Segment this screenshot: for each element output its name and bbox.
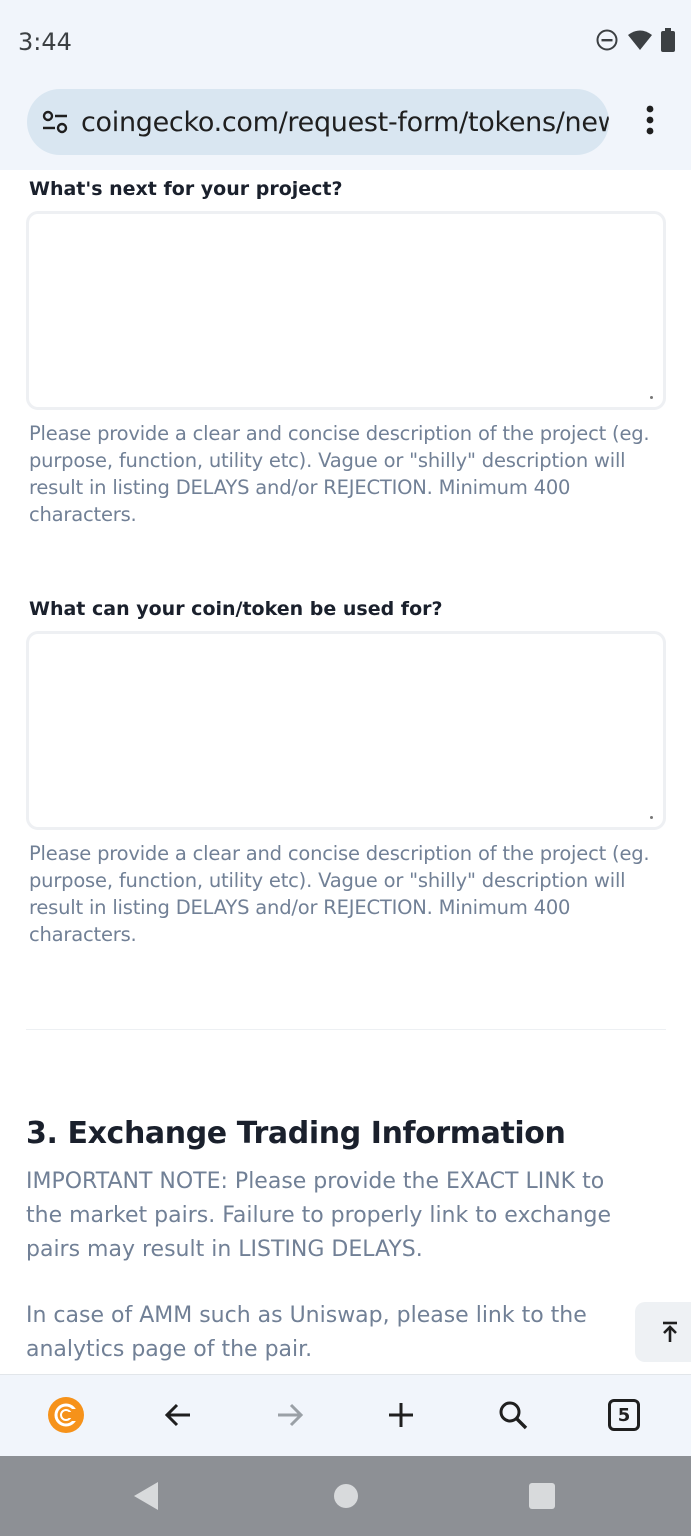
forward-button[interactable] — [270, 1395, 310, 1435]
status-bar: 3:44 — [0, 0, 691, 84]
whats-next-textarea[interactable] — [26, 211, 666, 410]
arrow-up-icon — [663, 1321, 677, 1342]
search-button[interactable] — [493, 1395, 533, 1435]
forward-arrow-icon — [278, 1403, 304, 1427]
field-help-text: Please provide a clear and concise descr… — [29, 842, 650, 946]
amm-note: In case of AMM such as Uniswap, please l… — [26, 1303, 587, 1362]
dnd-icon — [596, 29, 618, 51]
important-note: IMPORTANT NOTE: Please provide the EXACT… — [26, 1169, 612, 1262]
section-divider — [26, 1029, 666, 1030]
browser-bottom-toolbar: 5 — [0, 1374, 691, 1457]
coingecko-logo-icon — [48, 1397, 84, 1433]
new-tab-plus-icon — [389, 1403, 413, 1427]
browser-toolbar: coingecko.com/request-form/tokens/new — [0, 84, 691, 171]
status-icons — [595, 28, 675, 52]
search-icon — [499, 1401, 528, 1430]
wifi-icon — [628, 30, 652, 50]
section-title: 3. Exchange Trading Information — [26, 1116, 566, 1151]
overflow-menu-icon[interactable] — [636, 100, 664, 140]
nav-recents-icon[interactable] — [529, 1483, 555, 1509]
new-tab-button[interactable] — [381, 1395, 421, 1435]
token-use-textarea[interactable] — [26, 631, 666, 830]
url-text[interactable]: coingecko.com/request-form/tokens/new — [81, 107, 609, 138]
field-help-text: Please provide a clear and concise descr… — [29, 422, 650, 526]
site-settings-icon[interactable] — [41, 108, 69, 136]
system-nav-bar — [0, 1456, 691, 1536]
coingecko-home-button[interactable] — [46, 1395, 86, 1435]
tab-count: 5 — [617, 1404, 631, 1426]
resize-handle[interactable] — [650, 816, 653, 819]
battery-icon — [661, 28, 675, 52]
field-label-whats-next: What's next for your project? — [29, 178, 343, 200]
back-arrow-icon — [164, 1403, 190, 1427]
scroll-to-top-button[interactable] — [635, 1302, 691, 1362]
nav-back-icon[interactable] — [133, 1481, 159, 1511]
tab-switcher-icon: 5 — [608, 1399, 640, 1431]
resize-handle[interactable] — [650, 396, 653, 399]
status-time: 3:44 — [18, 28, 72, 56]
field-label-token-use: What can your coin/token be used for? — [29, 598, 443, 620]
page-content: What's next for your project? Please pro… — [0, 170, 691, 1374]
back-button[interactable] — [158, 1395, 198, 1435]
address-bar[interactable]: coingecko.com/request-form/tokens/new — [27, 89, 609, 155]
nav-home-icon[interactable] — [333, 1483, 359, 1509]
tab-switcher-button[interactable]: 5 — [604, 1395, 644, 1435]
